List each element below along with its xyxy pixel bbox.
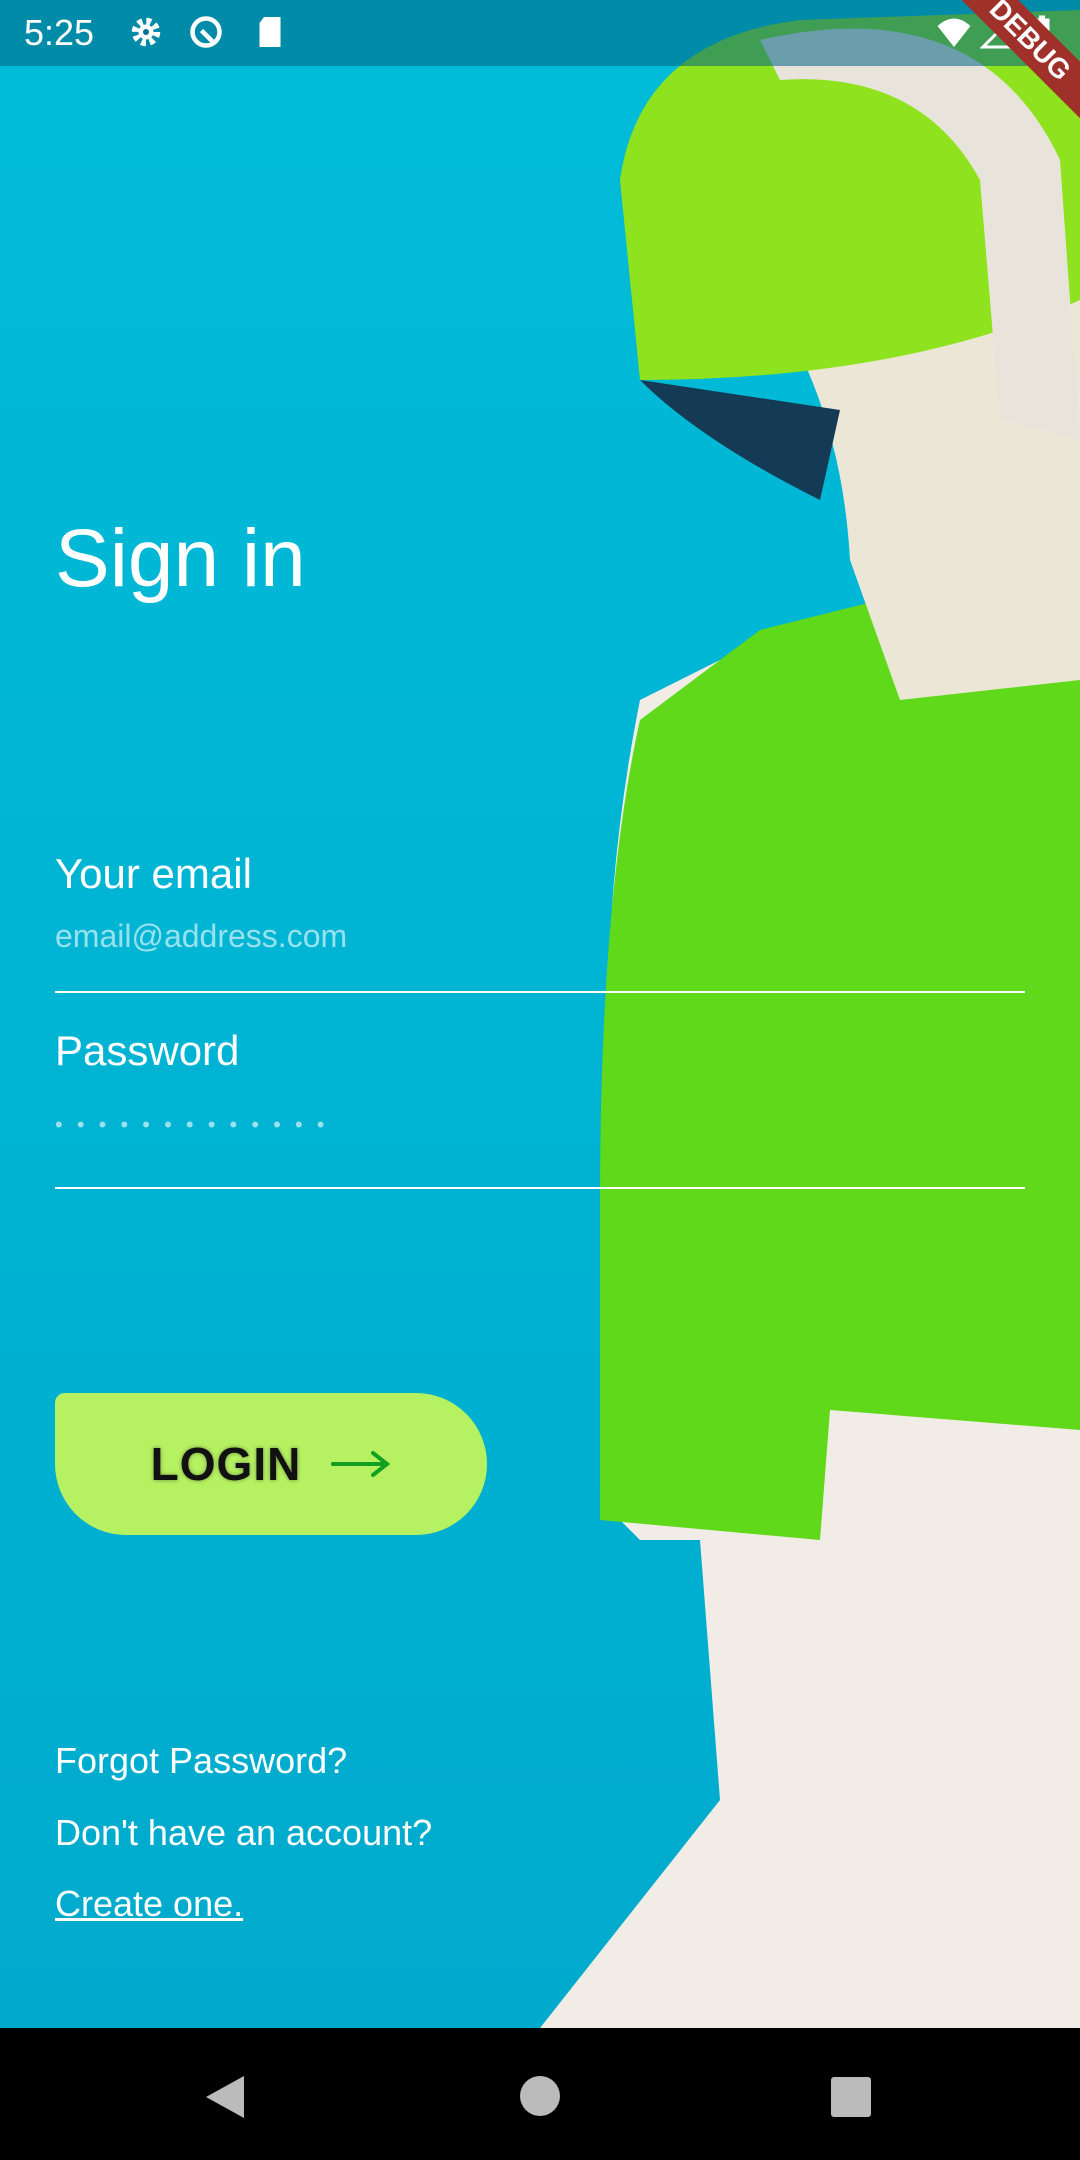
email-label: Your email [55, 850, 252, 897]
home-icon[interactable] [518, 2074, 562, 2118]
clock: 5:25 [24, 12, 95, 53]
forgot-password-link[interactable]: Forgot Password? [55, 1740, 347, 1782]
email-underline [55, 991, 1025, 993]
login-label: LOGIN [150, 1438, 302, 1490]
gear-icon [131, 17, 161, 47]
background-photo [540, 10, 1080, 2028]
create-account-link[interactable]: Create one. [55, 1883, 243, 1925]
email-field[interactable]: email@address.com [55, 918, 347, 955]
back-icon[interactable] [204, 2074, 246, 2120]
password-underline [55, 1187, 1025, 1189]
login-button[interactable]: LOGIN [55, 1393, 487, 1535]
status-bar: 5:25 [0, 0, 1080, 66]
navigation-bar [0, 2028, 1080, 2160]
arrow-right-icon [331, 1451, 391, 1477]
at-sign-icon [190, 16, 222, 48]
sd-card-icon [259, 17, 281, 47]
page-title: Sign in [55, 513, 306, 604]
wifi-icon [937, 18, 971, 47]
no-account-text: Don't have an account? [55, 1812, 433, 1853]
password-field[interactable]: • • • • • • • • • • • • • [55, 1112, 328, 1138]
password-label: Password [55, 1027, 240, 1074]
recents-icon[interactable] [830, 2076, 872, 2118]
